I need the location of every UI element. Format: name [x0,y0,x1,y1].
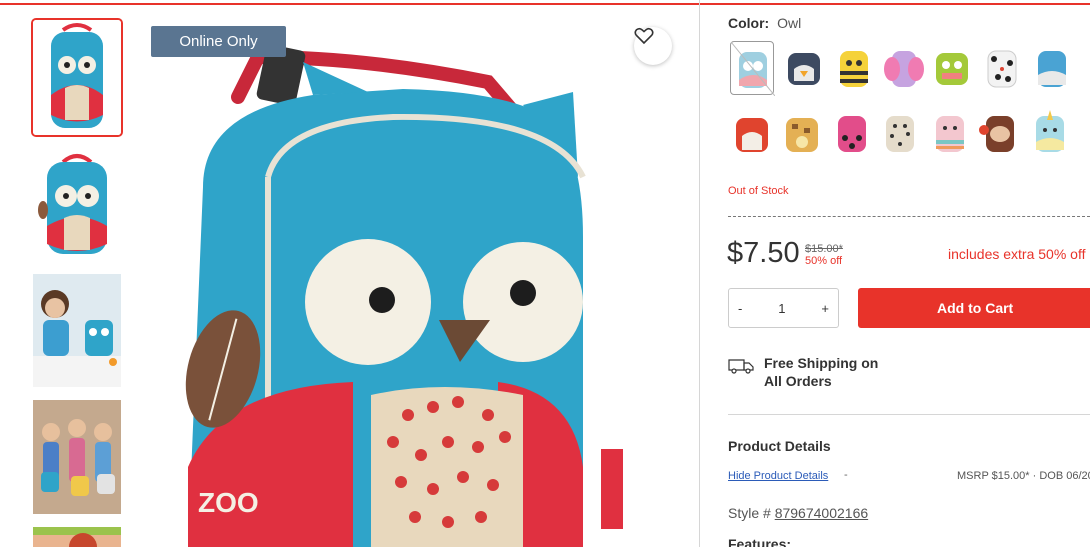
quantity-decrease-button[interactable]: - [738,301,742,316]
svg-text:ZOO: ZOO [198,487,259,518]
online-only-badge: Online Only [151,26,286,57]
monkey-swatch-image [979,116,1014,152]
features-heading: Features: [728,536,792,547]
stock-status: Out of Stock [728,185,789,197]
thumbnail-3[interactable] [33,274,121,387]
cat-swatch-image [886,116,914,152]
swatch-monkey[interactable] [978,106,1022,160]
quantity-increase-button[interactable]: + [821,301,829,316]
add-to-cart-button[interactable]: Add to Cart [858,288,1090,328]
msrp-dob-text: MSRP $15.00* · DOB 06/20 [957,470,1090,482]
swatch-ladybug[interactable] [830,106,874,160]
favorite-button[interactable] [634,27,672,65]
style-label: Style # [728,505,771,521]
shipping-line-2: All Orders [764,373,832,389]
swatch-shark[interactable] [1030,41,1074,95]
separator-dash: - [844,469,848,481]
llama-swatch-image [936,116,964,152]
thumbnail-1[interactable] [31,18,123,137]
heart-icon [634,27,654,45]
dalmatian-swatch-image [987,50,1017,88]
extra-offer-text: includes extra 50% off [948,246,1086,262]
shark-swatch-image [1038,51,1066,87]
unicorn-swatch-image [1036,110,1064,152]
ladybug-swatch-image [838,116,866,152]
owl-bag-front-thumbnail-image [33,148,121,261]
swatch-cat[interactable] [878,106,922,160]
product-details-heading: Product Details [728,438,831,454]
giraffe-swatch-image [786,118,818,152]
shipping-text: Free Shipping on All Orders [764,354,878,390]
color-selector-label: Color: Owl [728,15,801,31]
child-thumbnail-image [33,527,121,547]
original-price: $15.00* [805,243,843,255]
section-divider [728,414,1090,415]
swatch-bee[interactable] [832,41,876,95]
swatch-fox[interactable] [730,106,774,160]
penguin-swatch-image [788,53,820,85]
swatch-owl[interactable] [730,41,776,97]
style-number-row: Style # 879674002166 [728,505,868,521]
sale-price: $7.50 [727,237,800,269]
thumbnail-5[interactable] [33,527,121,547]
color-label: Color: [728,15,770,31]
delivery-truck-icon [728,359,754,374]
thumbnail-4[interactable] [33,400,121,514]
swatch-llama[interactable] [928,106,972,160]
swatch-unicorn[interactable] [1028,106,1072,160]
swatch-dalmatian[interactable] [980,41,1024,95]
shipping-info: Free Shipping on All Orders [728,354,878,390]
owl-bag-thumbnail-image [33,20,121,135]
swatch-dinosaur[interactable] [930,41,974,95]
kids-with-bags-image [33,400,121,514]
owl-swatch-image [730,41,776,97]
swatch-butterfly[interactable] [882,41,926,95]
child-with-lunch-bag-image [33,274,121,387]
quantity-stepper: - 1 + [728,288,839,328]
style-number-link[interactable]: 879674002166 [775,505,868,521]
discount-label: 50% off [805,255,843,267]
swatch-giraffe[interactable] [780,106,824,160]
main-product-image: ZOO Online Only [143,17,681,547]
butterfly-swatch-image [884,51,924,87]
quantity-input[interactable]: 1 [778,301,785,316]
hide-product-details-link[interactable]: Hide Product Details [728,470,828,482]
swatch-penguin[interactable] [782,41,826,95]
thumbnail-2[interactable] [33,148,121,261]
bee-swatch-image [840,51,868,87]
dashed-divider [728,216,1090,217]
dinosaur-swatch-image [936,53,968,85]
owl-lunch-bag-image: ZOO [185,44,623,547]
color-value: Owl [777,15,802,31]
product-info-panel: Color: Owl Out of Stock $7.50 $15.00* 50… [700,0,1090,547]
shipping-line-1: Free Shipping on [764,355,879,371]
fox-swatch-image [736,118,768,152]
